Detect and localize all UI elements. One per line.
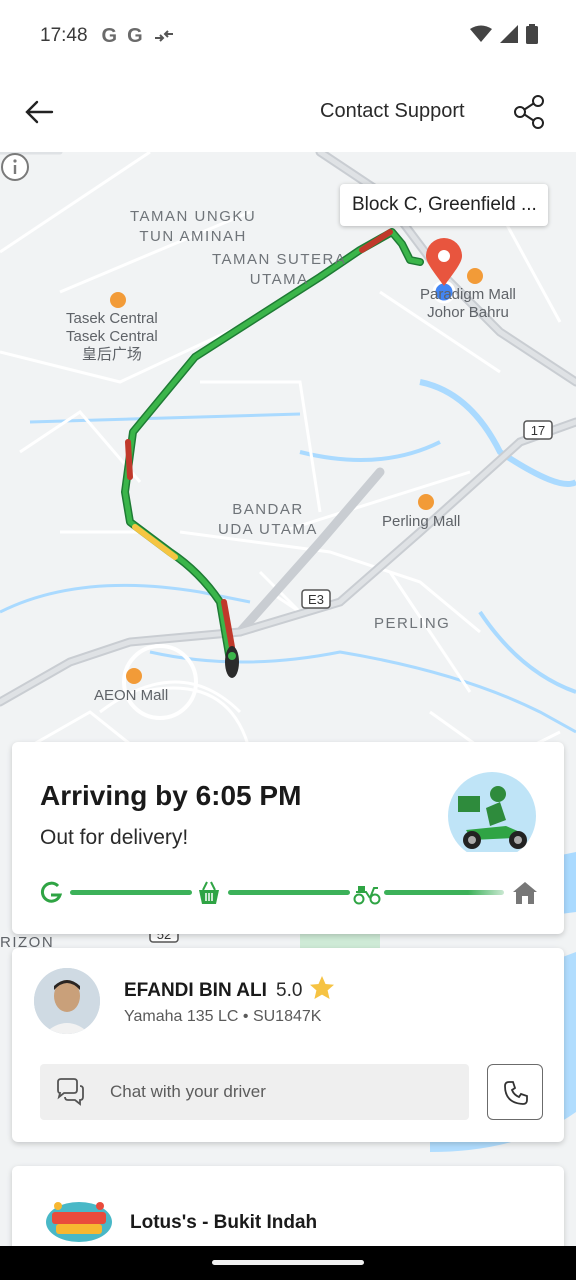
chat-with-driver-field[interactable]: Chat with your driver [40,1064,469,1120]
place-label: Perling Mall [382,513,461,530]
progress-segment [228,890,350,895]
call-driver-button[interactable] [487,1064,543,1120]
battery-icon [526,24,538,44]
progress-segment [70,890,192,895]
destination-chip[interactable]: Block C, Greenfield ... [340,184,548,226]
status-bar: 17:48 G G [0,0,576,72]
driver-vehicle-info: Yamaha 135 LC • SU1847K [124,1008,322,1025]
eta-card: Arriving by 6:05 PM Out for delivery! [12,742,564,934]
driver-rating: 5.0 [276,980,303,1001]
phone-icon [504,1081,528,1105]
driver-avatar [34,968,100,1034]
shopping-basket-icon [418,494,434,510]
road-shield-e3: E3 [301,589,331,609]
signal-icon [500,25,518,43]
share-icon[interactable] [512,94,546,130]
system-nav-bar [0,1246,576,1280]
delivery-route [121,228,424,676]
eta-status: Out for delivery! [40,826,189,849]
riang-berganda-logo [46,1202,112,1242]
shopping-basket-icon [467,268,483,284]
shopping-basket-icon [110,292,126,308]
data-transfer-icon [154,30,173,42]
store-name: Lotus's - Bukit Indah [130,1212,318,1233]
wifi-icon [470,25,492,42]
home-gesture-handle[interactable] [212,1260,364,1265]
eta-title: Arriving by 6:05 PM [40,780,302,811]
shopping-basket-icon [126,668,142,684]
progress-segment [384,890,504,895]
grab-logo-icon [40,881,63,903]
info-icon[interactable] [0,152,30,182]
scooter-icon [353,886,381,905]
place-label: Paradigm Mall Johor Bahru [420,286,516,321]
road-shield-17: 17 [523,420,553,440]
contact-support-link[interactable]: Contact Support [320,100,465,123]
map-area-label: PERLING [374,615,451,632]
svg-text:E3: E3 [308,592,324,607]
place-label: Tasek Central Tasek Central 皇后广场 [66,310,158,363]
place-label: AEON Mall [94,687,169,704]
map-area-label: BANDAR UDA UTAMA [218,501,318,538]
svg-text:17: 17 [531,423,545,438]
chat-placeholder: Chat with your driver [110,1082,266,1101]
arrow-left-icon[interactable] [22,94,58,130]
notification-g-icon: G [127,24,143,47]
rider-location-icon [225,646,239,678]
delivery-rider-illustration [448,772,536,852]
home-icon [513,882,537,904]
chat-bubbles-icon [57,1078,84,1106]
map-area-label: TAMAN UNGKU TUN AMINAH [130,208,257,245]
driver-card: EFANDI BIN ALI 5.0 Yamaha 135 LC • SU184… [12,948,564,1142]
delivery-progress [38,878,542,908]
driver-name: EFANDI BIN ALI [124,980,267,1001]
map-area-label: TAMAN SUTERA UTAMA [212,251,347,288]
notification-g-icon: G [101,24,118,47]
header: Contact Support [0,72,576,152]
basket-icon [199,881,219,904]
star-icon [310,976,334,999]
clock: 17:48 [40,25,88,46]
